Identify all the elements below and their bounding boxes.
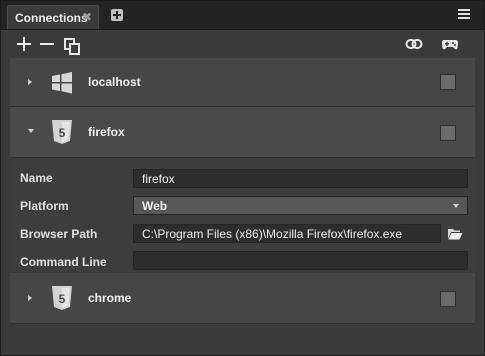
browser-path-label: Browser Path <box>20 227 98 241</box>
html5-icon: 5 <box>52 120 72 144</box>
connection-row-chrome[interactable]: 5 chrome <box>10 273 475 324</box>
duplicate-connection-icon[interactable] <box>62 35 80 55</box>
name-label: Name <box>20 171 53 185</box>
connection-checkbox[interactable] <box>440 74 456 90</box>
add-tab-icon[interactable] <box>111 9 123 21</box>
connection-label: localhost <box>88 75 141 89</box>
tab-bar: Connections ✖ <box>1 1 484 30</box>
hamburger-menu-icon[interactable] <box>458 9 470 19</box>
folder-open-icon[interactable] <box>447 227 463 241</box>
link-icon[interactable] <box>405 35 423 53</box>
connection-checkbox[interactable] <box>440 125 456 141</box>
html5-icon: 5 <box>52 286 72 310</box>
connection-details: Name firefox Platform Web Browser Path C… <box>10 158 475 272</box>
platform-selected-value: Web <box>142 199 168 213</box>
chevron-down-icon <box>453 204 459 208</box>
windows-icon <box>52 72 72 94</box>
command-line-field[interactable] <box>133 251 468 270</box>
html5-badge: 5 <box>59 126 66 140</box>
gamepad-icon[interactable] <box>441 35 459 53</box>
connection-label: firefox <box>88 125 125 139</box>
browser-path-field[interactable]: C:\Program Files (x86)\Mozilla Firefox\f… <box>133 224 441 243</box>
expand-arrow-icon[interactable] <box>28 295 32 301</box>
platform-label: Platform <box>20 199 69 213</box>
command-line-label: Command Line <box>20 255 107 269</box>
tab-label: Connections <box>15 11 88 25</box>
connection-label: chrome <box>88 291 132 305</box>
platform-select[interactable]: Web <box>133 196 468 215</box>
connection-row-firefox[interactable]: 5 firefox <box>10 107 475 158</box>
name-field[interactable]: firefox <box>133 169 468 188</box>
close-icon[interactable]: ✖ <box>82 10 92 24</box>
connection-row-localhost[interactable]: localhost <box>10 58 475 107</box>
collapse-arrow-icon[interactable] <box>28 129 34 133</box>
tab-connections[interactable]: Connections ✖ <box>7 5 99 29</box>
add-connection-icon[interactable] <box>15 35 33 53</box>
remove-connection-icon[interactable] <box>38 35 56 53</box>
html5-badge: 5 <box>59 292 66 306</box>
connections-panel: Connections ✖ localhost 5 firefox 5 chro… <box>0 0 485 356</box>
connection-checkbox[interactable] <box>440 291 456 307</box>
toolbar <box>1 30 484 58</box>
expand-arrow-icon[interactable] <box>28 79 32 85</box>
